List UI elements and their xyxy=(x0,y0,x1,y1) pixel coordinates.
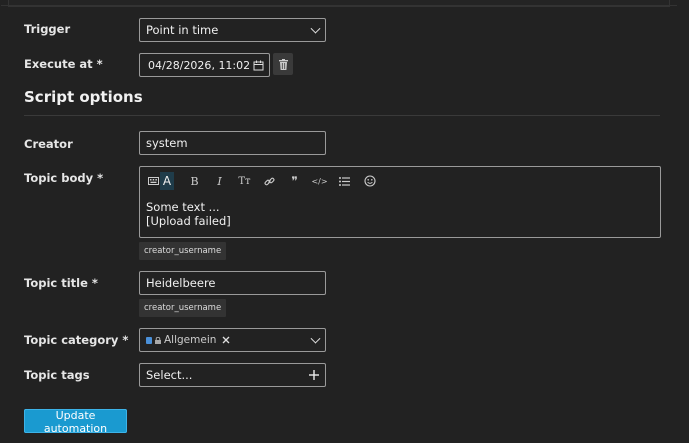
toggle-rich-editor-button[interactable]: A xyxy=(146,172,174,190)
editor-content[interactable]: Some text ... [Upload failed] xyxy=(146,200,231,228)
topic-title-value: Heidelbeere xyxy=(146,276,216,290)
creator-input[interactable]: system xyxy=(139,131,326,155)
time-segment[interactable]: 11:02 xyxy=(218,59,250,72)
selected-category: Allgemein xyxy=(146,334,230,346)
editor-line: Some text ... xyxy=(146,200,220,214)
trigger-select[interactable]: Point in time xyxy=(139,18,326,42)
emoji-button[interactable] xyxy=(357,172,382,190)
topic-title-label: Topic title * xyxy=(24,276,98,290)
link-button[interactable] xyxy=(257,172,282,190)
category-color-badge xyxy=(146,336,152,344)
execute-at-label: Execute at * xyxy=(24,57,103,71)
day-segment[interactable]: 28 xyxy=(166,59,180,72)
year-segment[interactable]: 2026 xyxy=(183,59,211,72)
list-icon xyxy=(339,176,350,186)
month-segment[interactable]: 04 xyxy=(148,59,162,72)
smile-icon xyxy=(363,175,376,187)
bold-button[interactable]: B xyxy=(182,172,207,190)
delete-date-button[interactable] xyxy=(273,53,293,75)
placeholder-chip[interactable]: creator_username xyxy=(139,299,227,317)
placeholder-chip[interactable]: creator_username xyxy=(139,242,227,260)
tags-placeholder: Select... xyxy=(146,368,193,382)
editor-line: [Upload failed] xyxy=(146,214,231,228)
heading-icon: Tт xyxy=(238,175,251,187)
plus-icon[interactable] xyxy=(309,370,319,380)
trigger-label: Trigger xyxy=(24,22,71,36)
quote-icon: ❞ xyxy=(291,174,298,188)
trigger-value: Point in time xyxy=(146,23,219,37)
rich-text-icon: A xyxy=(160,172,174,190)
topic-category-label: Topic category * xyxy=(24,333,129,347)
creator-value: system xyxy=(146,136,188,150)
remove-category-icon[interactable] xyxy=(222,336,230,344)
datetime-value: 04/28/2026, 11:02 xyxy=(148,58,251,72)
keyboard-icon xyxy=(146,172,160,190)
code-button[interactable]: </> xyxy=(307,172,332,190)
topic-body-editor[interactable]: A B I Tт ❞ </> Some text ... [Upload fai… xyxy=(139,166,661,238)
category-name: Allgemein xyxy=(164,334,217,346)
topic-tags-select[interactable]: Select... xyxy=(139,363,326,387)
chevron-down-icon xyxy=(310,333,321,344)
chevron-down-icon xyxy=(310,23,321,34)
topic-title-input[interactable]: Heidelbeere xyxy=(139,271,326,295)
script-options-heading: Script options xyxy=(24,88,143,106)
creator-label: Creator xyxy=(24,137,73,151)
editor-toolbar: A B I Tт ❞ </> xyxy=(146,172,382,190)
update-automation-button[interactable]: Update automation xyxy=(24,409,127,435)
topic-tags-label: Topic tags xyxy=(24,368,90,382)
code-icon: </> xyxy=(311,176,328,186)
previous-section-frame xyxy=(1,0,677,7)
quote-button[interactable]: ❞ xyxy=(282,172,307,190)
italic-icon: I xyxy=(217,174,222,188)
datetime-input[interactable]: 04/28/2026, 11:02 xyxy=(139,53,270,77)
topic-body-label: Topic body * xyxy=(24,171,104,185)
bullet-list-button[interactable] xyxy=(332,172,357,190)
calendar-icon[interactable] xyxy=(253,60,264,71)
link-icon xyxy=(264,176,275,187)
trash-icon xyxy=(278,58,288,70)
topic-category-select[interactable]: Allgemein xyxy=(139,328,326,352)
section-divider xyxy=(24,115,660,116)
bold-icon: B xyxy=(190,174,199,188)
heading-button[interactable]: Tт xyxy=(232,172,257,190)
lock-icon xyxy=(155,336,161,344)
italic-button[interactable]: I xyxy=(207,172,232,190)
